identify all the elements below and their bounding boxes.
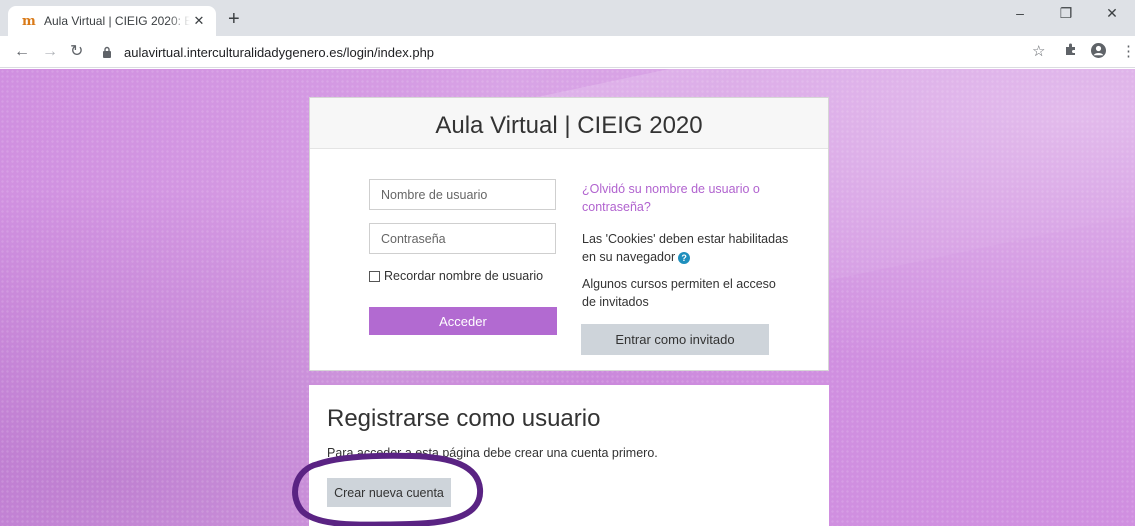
- guest-notice: Algunos cursos permiten el acceso de inv…: [582, 277, 776, 309]
- signup-title: Registrarse como usuario: [327, 405, 601, 432]
- remember-username[interactable]: Recordar nombre de usuario: [369, 269, 543, 283]
- help-icon[interactable]: ?: [678, 251, 691, 264]
- new-tab-icon[interactable]: +: [228, 9, 240, 29]
- lock-icon[interactable]: [98, 46, 116, 58]
- address-bar[interactable]: aulavirtual.interculturalidadygenero.es/…: [98, 39, 1048, 65]
- moodle-icon: m: [22, 13, 36, 29]
- star-icon[interactable]: ☆: [1032, 42, 1045, 62]
- window-close-icon[interactable]: ✕: [1089, 0, 1135, 32]
- reload-icon[interactable]: ↻: [70, 42, 83, 62]
- browser-tab[interactable]: m Aula Virtual | CIEIG 2020: Entrar al s…: [8, 6, 216, 36]
- browser-toolbar: ← → ↻ aulavirtual.interculturalidadygene…: [0, 36, 1135, 68]
- cookies-notice: Las 'Cookies' deben estar habilitadas en…: [582, 230, 792, 266]
- create-account-button[interactable]: Crear nueva cuenta: [327, 478, 451, 507]
- page-background: Aula Virtual | CIEIG 2020 Recordar nombr…: [0, 69, 1135, 526]
- login-button[interactable]: Acceder: [369, 307, 557, 335]
- signup-text: Para acceder a esta página debe crear un…: [327, 446, 658, 460]
- page-title: Aula Virtual | CIEIG 2020: [435, 112, 703, 139]
- login-card-header: Aula Virtual | CIEIG 2020: [310, 98, 828, 149]
- browser-tabstrip: m Aula Virtual | CIEIG 2020: Entrar al s…: [0, 0, 1135, 36]
- password-input[interactable]: [369, 223, 556, 254]
- forward-icon[interactable]: →: [42, 42, 58, 62]
- profile-icon[interactable]: [1090, 42, 1107, 65]
- minimize-icon[interactable]: –: [997, 0, 1043, 32]
- signup-card: Registrarse como usuario Para acceder a …: [309, 385, 829, 526]
- window-controls: – ❐ ✕: [997, 0, 1135, 32]
- guest-login-button[interactable]: Entrar como invitado: [581, 324, 769, 355]
- close-tab-icon[interactable]: ✕: [190, 13, 208, 29]
- remember-label: Recordar nombre de usuario: [384, 269, 544, 283]
- tab-title: Aula Virtual | CIEIG 2020: Entrar al sit…: [44, 14, 190, 28]
- extensions-icon[interactable]: [1064, 42, 1078, 62]
- username-input[interactable]: [369, 179, 556, 210]
- remember-checkbox[interactable]: [369, 270, 380, 282]
- back-icon[interactable]: ←: [14, 42, 30, 62]
- menu-icon[interactable]: ⋮: [1121, 42, 1135, 62]
- login-card: Aula Virtual | CIEIG 2020 Recordar nombr…: [309, 97, 829, 371]
- restore-icon[interactable]: ❐: [1043, 0, 1089, 32]
- url-text: aulavirtual.interculturalidadygenero.es/…: [124, 44, 435, 60]
- forgot-password-link[interactable]: ¿Olvidó su nombre de usuario o contraseñ…: [582, 180, 792, 216]
